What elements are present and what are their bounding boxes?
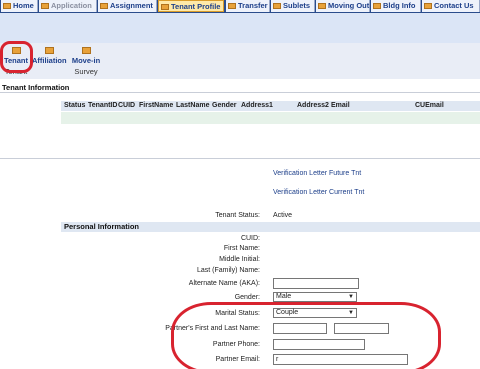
verification-letter-future-link[interactable]: Verification Letter Future Tnt [273,170,361,177]
col-cuemail[interactable]: CUEmail [415,101,444,111]
folder-icon [3,2,11,9]
verification-letter-current-link[interactable]: Verification Letter Current Tnt [273,189,364,196]
col-status[interactable]: Status [64,101,85,111]
middle-initial-label: Middle Initial: [219,256,260,263]
first-name-label: First Name: [223,245,260,252]
folder-icon [373,2,381,9]
col-firstname[interactable]: FirstName [139,101,173,111]
folder-icon [273,2,281,9]
folder-icon [424,2,432,9]
alternate-name-label: Alternate Name (AKA): [188,280,260,287]
tab-assignment[interactable]: Assignment [98,0,157,12]
gender-select[interactable]: Male ▼ [273,292,357,302]
tab-moving-out[interactable]: Moving Out [316,0,370,12]
tenant-status-label: Tenant Status: [215,212,260,219]
top-nav-bar: Home Application Assignment Tenant Profi… [0,0,480,13]
col-address1[interactable]: Address1 [241,101,273,111]
sub-header-band [0,13,480,43]
chevron-down-icon: ▼ [348,294,354,300]
tab-transfer[interactable]: Transfer [226,0,270,12]
highlight-oval [171,302,441,369]
folder-icon [100,2,108,9]
cuid-label: CUID: [240,235,260,242]
folder-icon [318,2,326,9]
tab-contact-us[interactable]: Contact Us [422,0,480,12]
tab-bldg-info[interactable]: Bldg Info [371,0,421,12]
folder-icon [44,47,54,54]
tab-application[interactable]: Application [39,0,97,12]
col-gender[interactable]: Gender [212,101,237,111]
tab-sublets[interactable]: Sublets [271,0,315,12]
personal-info-header: Personal Information [61,222,480,232]
folder-icon [228,2,236,9]
tab-tenant-profile[interactable]: Tenant Profile [158,0,224,12]
divider [0,92,480,93]
folder-icon [41,2,49,9]
tenant-status-value: Active [273,212,293,219]
col-email[interactable]: Email [331,101,350,111]
col-lastname[interactable]: LastName [176,101,209,111]
alternate-name-input[interactable] [273,278,359,289]
last-name-label: Last (Family) Name: [196,267,260,274]
col-cuid[interactable]: CUID [118,101,135,111]
col-tenantid[interactable]: TenantID [88,101,117,111]
table-row[interactable] [61,112,480,124]
divider [0,158,480,159]
subtab-affiliation[interactable]: Affiliation [32,45,67,78]
gender-label: Gender: [234,294,260,301]
tenant-table-header: Status TenantID CUID FirstName LastName … [61,101,480,111]
highlight-circle [0,41,33,73]
folder-icon [81,47,91,54]
col-address2[interactable]: Address2 [297,101,329,111]
folder-icon [161,3,169,10]
subtab-move-in-survey[interactable]: Move-in Survey [68,45,104,78]
section-title: Tenant Information [2,83,70,92]
tab-home[interactable]: Home [1,0,38,12]
